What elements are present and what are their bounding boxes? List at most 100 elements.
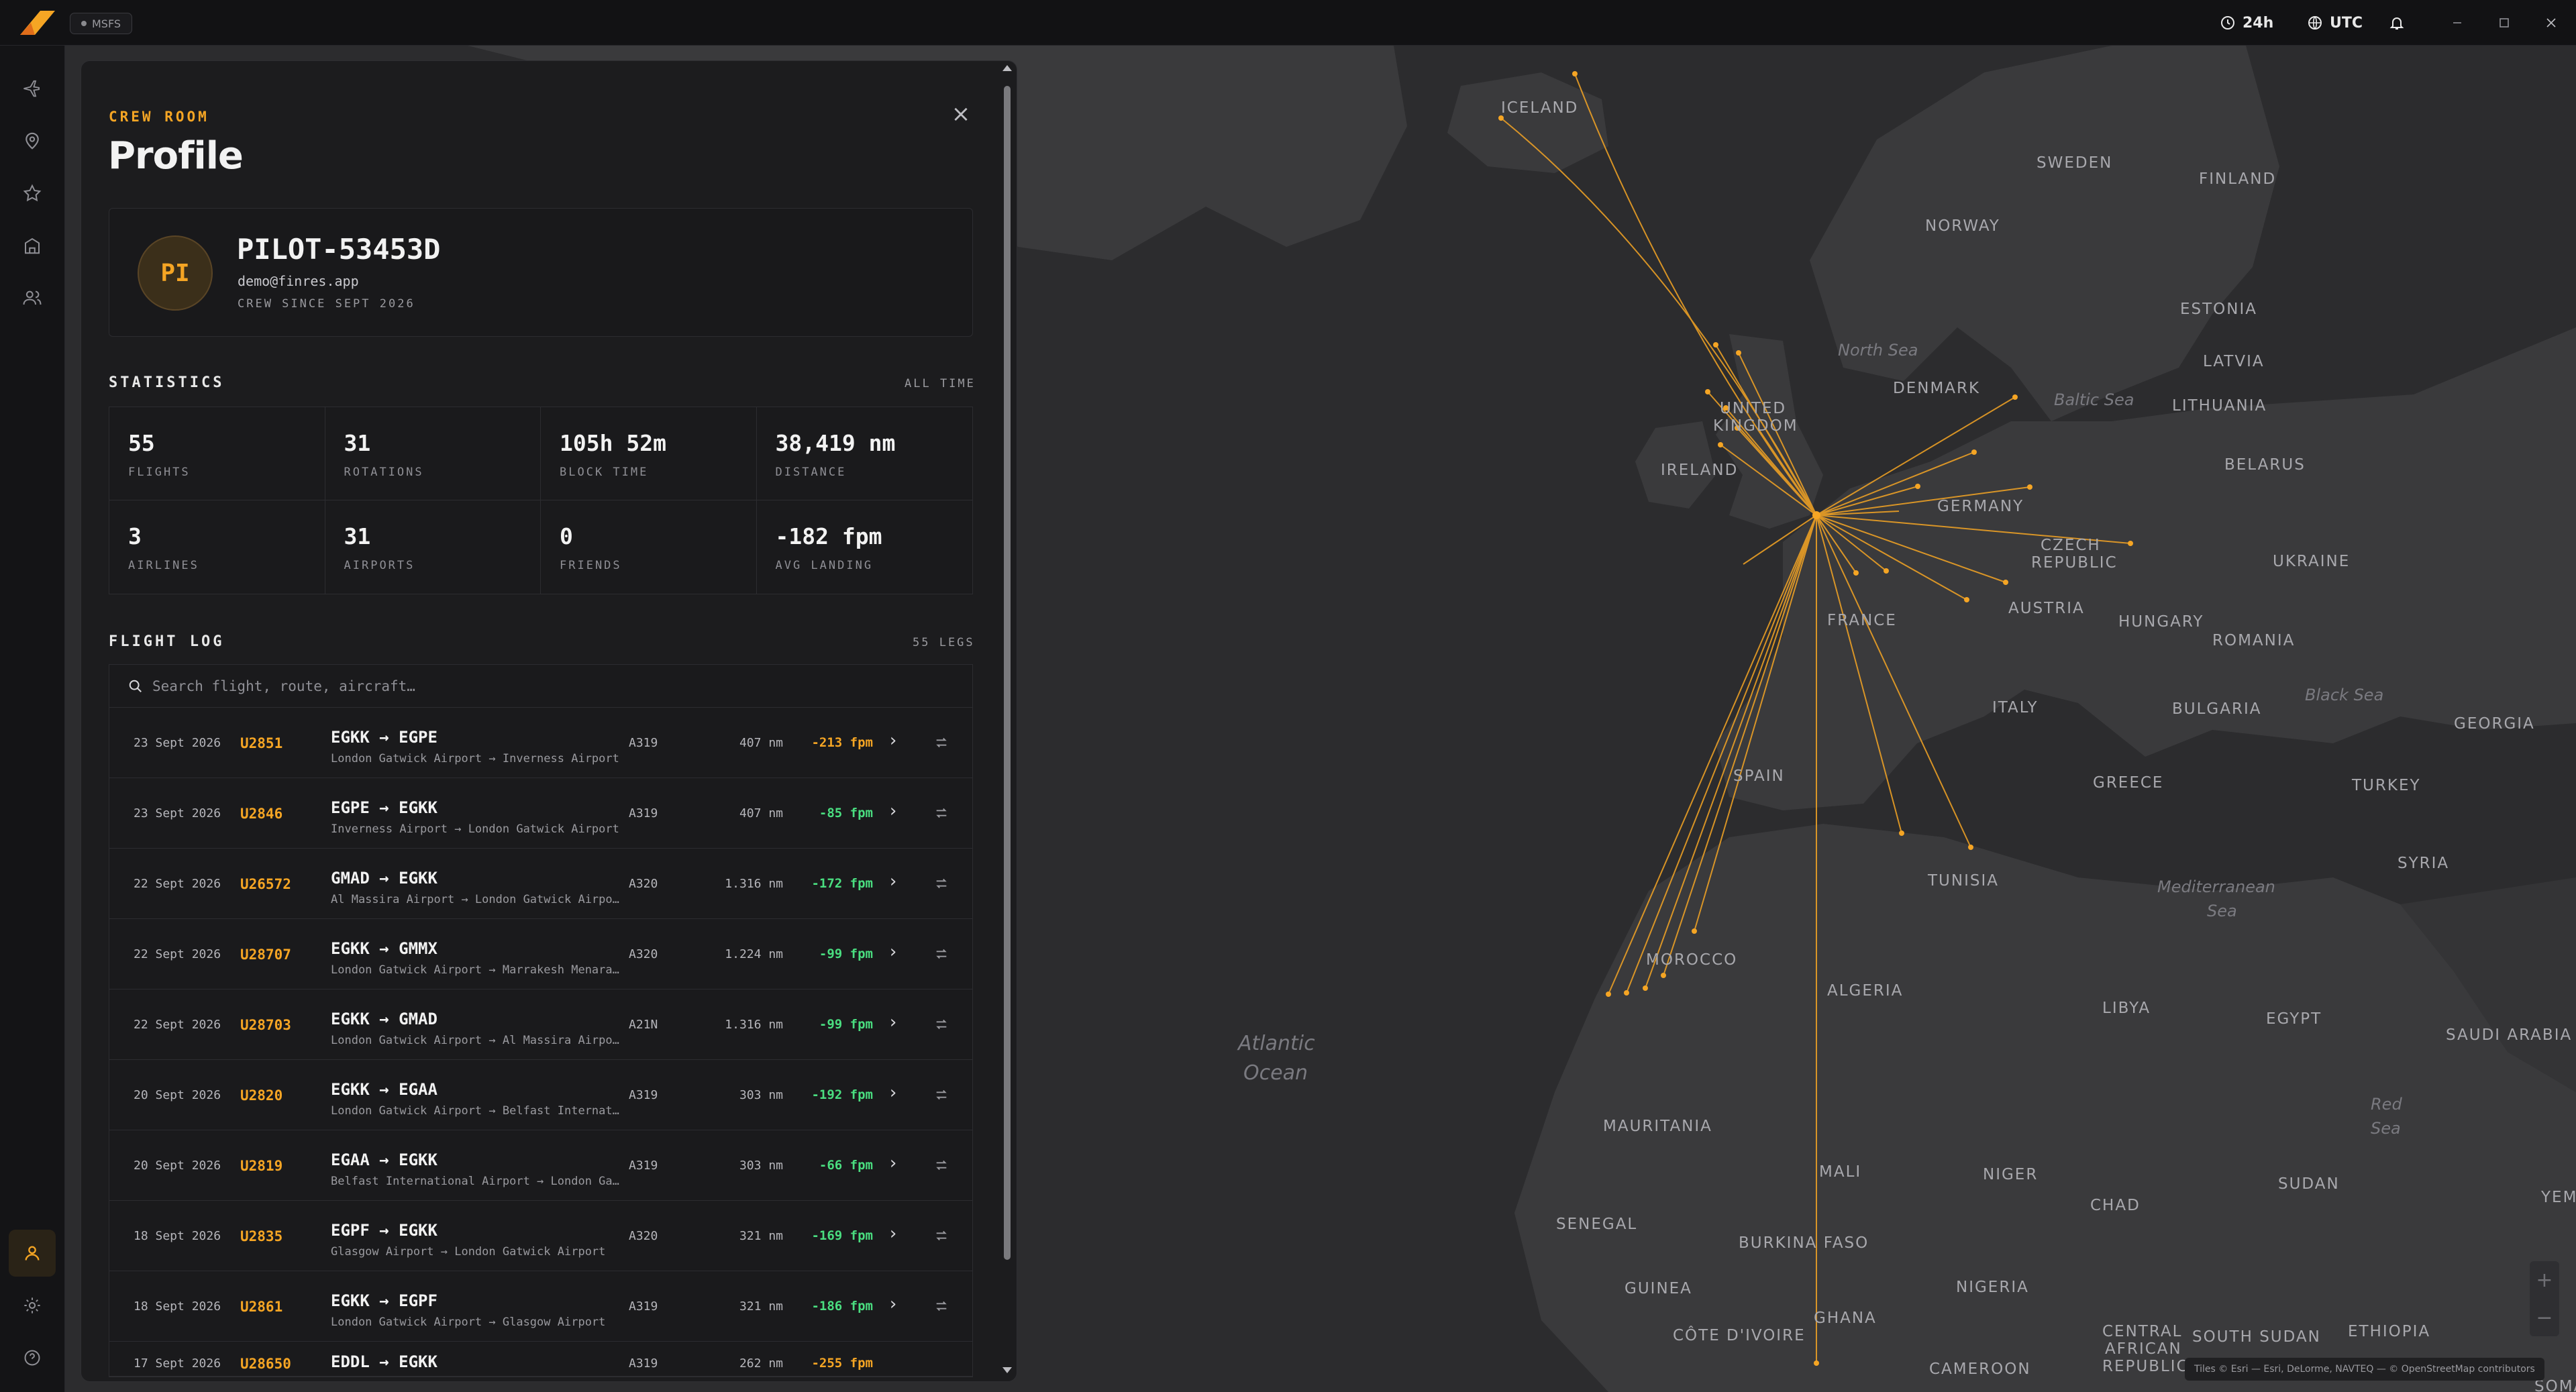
table-row[interactable]: 22 Sept 2026 U28703 EGKK → GMAD London G… — [109, 989, 972, 1060]
map-label: BURKINA FASO — [1739, 1234, 1869, 1252]
close-icon: × — [951, 101, 971, 127]
gear-icon — [24, 1297, 40, 1314]
search-input[interactable] — [152, 678, 890, 694]
flight-airports: London Gatwick Airport → Marrakesh Menar… — [331, 963, 621, 977]
sim-badge-label: MSFS — [92, 17, 121, 30]
sidebar-item-crew[interactable] — [17, 283, 47, 313]
map-label: FRANCE — [1827, 612, 1897, 629]
map-label: TURKEY — [2352, 777, 2421, 794]
flight-aircraft: A21N — [629, 1018, 658, 1032]
zoom-out-button[interactable]: − — [2536, 1306, 2553, 1330]
flight-aircraft: A320 — [629, 947, 658, 961]
flight-route: EGKK → GMMX — [331, 939, 437, 958]
table-row[interactable]: 22 Sept 2026 U26572 GMAD → EGKK Al Massi… — [109, 849, 972, 919]
stat-avg-landing: -182 fpm AVG LANDING — [756, 500, 972, 594]
flight-route: EGPE → EGKK — [331, 798, 437, 817]
sidebar-item-map[interactable] — [17, 126, 47, 156]
bell-icon[interactable] — [2386, 12, 2408, 34]
chevron-right-icon[interactable]: › — [888, 942, 898, 962]
chevron-right-icon[interactable]: › — [888, 1224, 898, 1244]
chevron-right-icon[interactable]: › — [888, 1153, 898, 1173]
sidebar-item-favorites[interactable] — [17, 178, 47, 208]
window-close-icon[interactable] — [2540, 12, 2562, 34]
sea-label: Black Sea — [2305, 686, 2384, 704]
zoom-controls: + − — [2530, 1261, 2559, 1336]
sidebar-item-help[interactable] — [17, 1343, 47, 1373]
stat-value: 55 — [128, 430, 155, 456]
timezone-button[interactable]: UTC — [2307, 0, 2363, 46]
table-row[interactable]: 23 Sept 2026 U2846 EGPE → EGKK Inverness… — [109, 778, 972, 849]
map-label: GHANA — [1814, 1309, 1877, 1327]
map-label: SAUDI ARABIA — [2446, 1026, 2573, 1044]
table-row[interactable]: 18 Sept 2026 U2861 EGKK → EGPF London Ga… — [109, 1271, 972, 1342]
scroll-thumb[interactable] — [1004, 86, 1011, 1260]
zoom-in-button[interactable]: + — [2536, 1269, 2553, 1292]
flight-aircraft: A319 — [629, 1088, 658, 1102]
flight-airports: Glasgow Airport → London Gatwick Airport — [331, 1245, 606, 1259]
search-icon — [129, 680, 142, 692]
map-label: SWEDEN — [2037, 154, 2113, 172]
map-label: BELARUS — [2224, 456, 2306, 474]
table-row[interactable]: 23 Sept 2026 U2851 EGKK → EGPE London Ga… — [109, 708, 972, 778]
chevron-right-icon[interactable]: › — [888, 1012, 898, 1032]
sidebar-item-airlines[interactable] — [17, 231, 47, 260]
sea-label: Red — [2371, 1095, 2402, 1114]
map-attribution[interactable]: Tiles © Esri — Esri, DeLorme, NAVTEQ — ©… — [2185, 1358, 2544, 1381]
flight-date: 22 Sept 2026 — [134, 947, 221, 961]
avatar: PI — [138, 235, 213, 311]
map-label: LATVIA — [2203, 353, 2265, 370]
sidebar-item-profile[interactable] — [9, 1230, 56, 1277]
flight-airports: London Gatwick Airport → Al Massira Airp… — [331, 1034, 621, 1047]
landing-rate: -85 fpm — [819, 806, 873, 820]
replay-icon[interactable] — [929, 1294, 954, 1318]
stat-label: BLOCK TIME — [560, 466, 649, 479]
flight-airports: Inverness Airport → London Gatwick Airpo… — [331, 822, 619, 836]
statistics-heading: STATISTICS — [109, 374, 225, 391]
stat-label: AVG LANDING — [775, 559, 874, 572]
sidebar-item-settings[interactable] — [17, 1291, 47, 1320]
map-pin-icon — [25, 132, 39, 150]
close-panel-button[interactable]: × — [947, 101, 974, 127]
flight-route: EGPF → EGKK — [331, 1221, 437, 1240]
replay-icon[interactable] — [929, 731, 954, 755]
table-row[interactable]: 17 Sept 2026 U28650 EDDL → EGKK A319 262… — [109, 1342, 972, 1377]
map-label: UNITED — [1720, 400, 1787, 417]
map-label: SPAIN — [1733, 767, 1785, 785]
flight-distance: 321 nm — [739, 1229, 783, 1243]
replay-icon[interactable] — [929, 942, 954, 966]
sim-badge[interactable]: MSFS — [70, 13, 133, 34]
replay-icon[interactable] — [929, 1012, 954, 1036]
maximize-icon[interactable] — [2493, 12, 2515, 34]
map-label: AUSTRIA — [2008, 600, 2085, 617]
map-label: KINGDOM — [1713, 417, 1798, 435]
replay-icon[interactable] — [929, 1083, 954, 1107]
table-row[interactable]: 22 Sept 2026 U28707 EGKK → GMMX London G… — [109, 919, 972, 989]
chevron-right-icon[interactable]: › — [888, 731, 898, 751]
flight-airports: London Gatwick Airport → Glasgow Airport — [331, 1316, 606, 1329]
flight-number: U2819 — [240, 1158, 283, 1174]
map-label: REPUBLIC — [2031, 554, 2118, 572]
stat-airports: 31 AIRPORTS — [325, 500, 541, 594]
chevron-right-icon[interactable]: › — [888, 801, 898, 821]
table-row[interactable]: 20 Sept 2026 U2820 EGKK → EGAA London Ga… — [109, 1060, 972, 1130]
minimize-icon[interactable] — [2446, 12, 2468, 34]
replay-icon[interactable] — [929, 1153, 954, 1177]
replay-icon[interactable] — [929, 871, 954, 896]
globe-icon — [2308, 16, 2322, 30]
flight-number: U28650 — [240, 1356, 291, 1372]
user-icon — [25, 1246, 40, 1261]
table-row[interactable]: 20 Sept 2026 U2819 EGAA → EGKK Belfast I… — [109, 1130, 972, 1201]
flight-date: 18 Sept 2026 — [134, 1229, 221, 1243]
flight-date: 22 Sept 2026 — [134, 1018, 221, 1032]
landing-rate: -255 fpm — [811, 1356, 873, 1371]
table-row[interactable]: 18 Sept 2026 U2835 EGPF → EGKK Glasgow A… — [109, 1201, 972, 1271]
replay-icon[interactable] — [929, 801, 954, 825]
sidebar-item-flights[interactable] — [17, 74, 47, 103]
sea-label: Sea — [2207, 902, 2237, 920]
chevron-right-icon[interactable]: › — [888, 1294, 898, 1314]
clock-mode-button[interactable]: 24h — [2220, 0, 2273, 46]
map-label: CZECH — [2041, 537, 2101, 554]
replay-icon[interactable] — [929, 1224, 954, 1248]
chevron-right-icon[interactable]: › — [888, 871, 898, 892]
chevron-right-icon[interactable]: › — [888, 1083, 898, 1103]
